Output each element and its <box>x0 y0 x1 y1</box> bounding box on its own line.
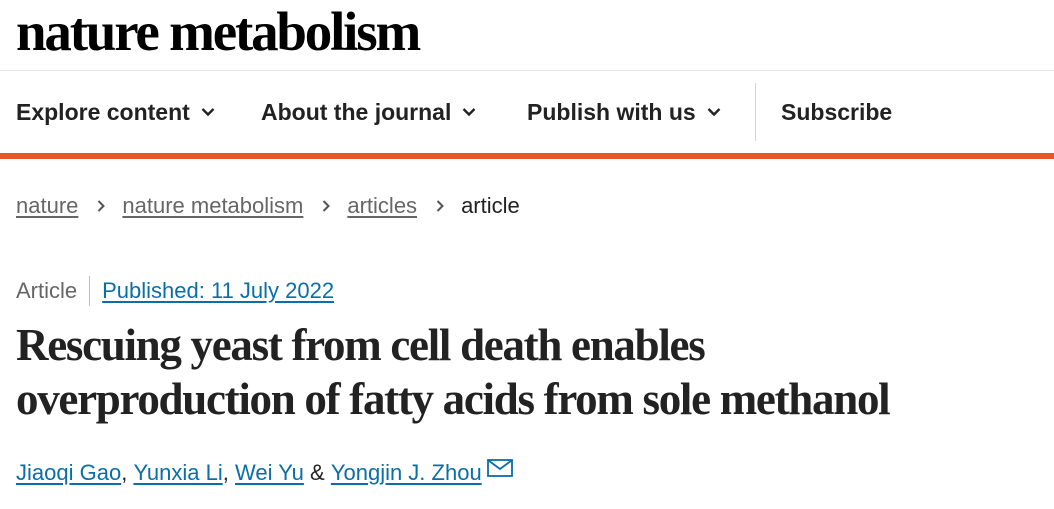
chevron-down-icon <box>201 108 215 117</box>
article-title-line-2: overproduction of fatty acids from sole … <box>16 374 891 424</box>
author-link[interactable]: Jiaoqi Gao <box>16 460 121 486</box>
breadcrumb-nature-metabolism[interactable]: nature metabolism <box>122 193 303 219</box>
nav-explore-content[interactable]: Explore content <box>16 71 216 153</box>
published-date-link[interactable]: Published: 11 July 2022 <box>102 278 334 304</box>
nav-about-journal-label: About the journal <box>261 98 452 125</box>
breadcrumb: nature nature metabolism articles articl… <box>16 193 520 219</box>
author-link[interactable]: Wei Yu <box>235 460 304 486</box>
breadcrumb-nature[interactable]: nature <box>16 193 78 219</box>
breadcrumb-current: article <box>461 193 520 218</box>
journal-logo[interactable]: nature metabolism <box>16 2 421 62</box>
article-type: Article <box>16 278 78 303</box>
chevron-down-icon <box>463 108 476 117</box>
chevron-right-icon <box>98 200 106 212</box>
masthead: nature metabolism <box>0 0 1054 71</box>
nav-about-journal[interactable]: About the journal <box>261 71 477 153</box>
article-meta: Article Published: 11 July 2022 <box>16 276 334 306</box>
author-link[interactable]: Yongjin J. Zhou <box>331 460 482 486</box>
nav-publish-with-us-label: Publish with us <box>527 98 696 125</box>
nav-explore-content-label: Explore content <box>16 98 190 125</box>
author-separator: & <box>310 460 325 485</box>
article-title: Rescuing yeast from cell death enables o… <box>16 318 1046 426</box>
nav-publish-with-us[interactable]: Publish with us <box>527 71 722 153</box>
meta-divider <box>89 276 91 306</box>
breadcrumb-articles[interactable]: articles <box>347 193 417 219</box>
chevron-down-icon <box>707 108 721 117</box>
article-title-line-1: Rescuing yeast from cell death enables <box>16 320 706 370</box>
nav-subscribe[interactable]: Subscribe <box>781 71 892 153</box>
mail-icon[interactable] <box>486 459 513 477</box>
nav-subscribe-label: Subscribe <box>781 98 893 125</box>
author-list: Jiaoqi Gao , Yunxia Li , Wei Yu & Yongji… <box>16 459 513 486</box>
nav-divider <box>755 83 756 141</box>
chevron-right-icon <box>323 200 331 212</box>
main-nav: Explore content About the journal Publis… <box>0 71 1054 159</box>
chevron-right-icon <box>436 200 444 212</box>
author-link[interactable]: Yunxia Li <box>133 460 222 486</box>
